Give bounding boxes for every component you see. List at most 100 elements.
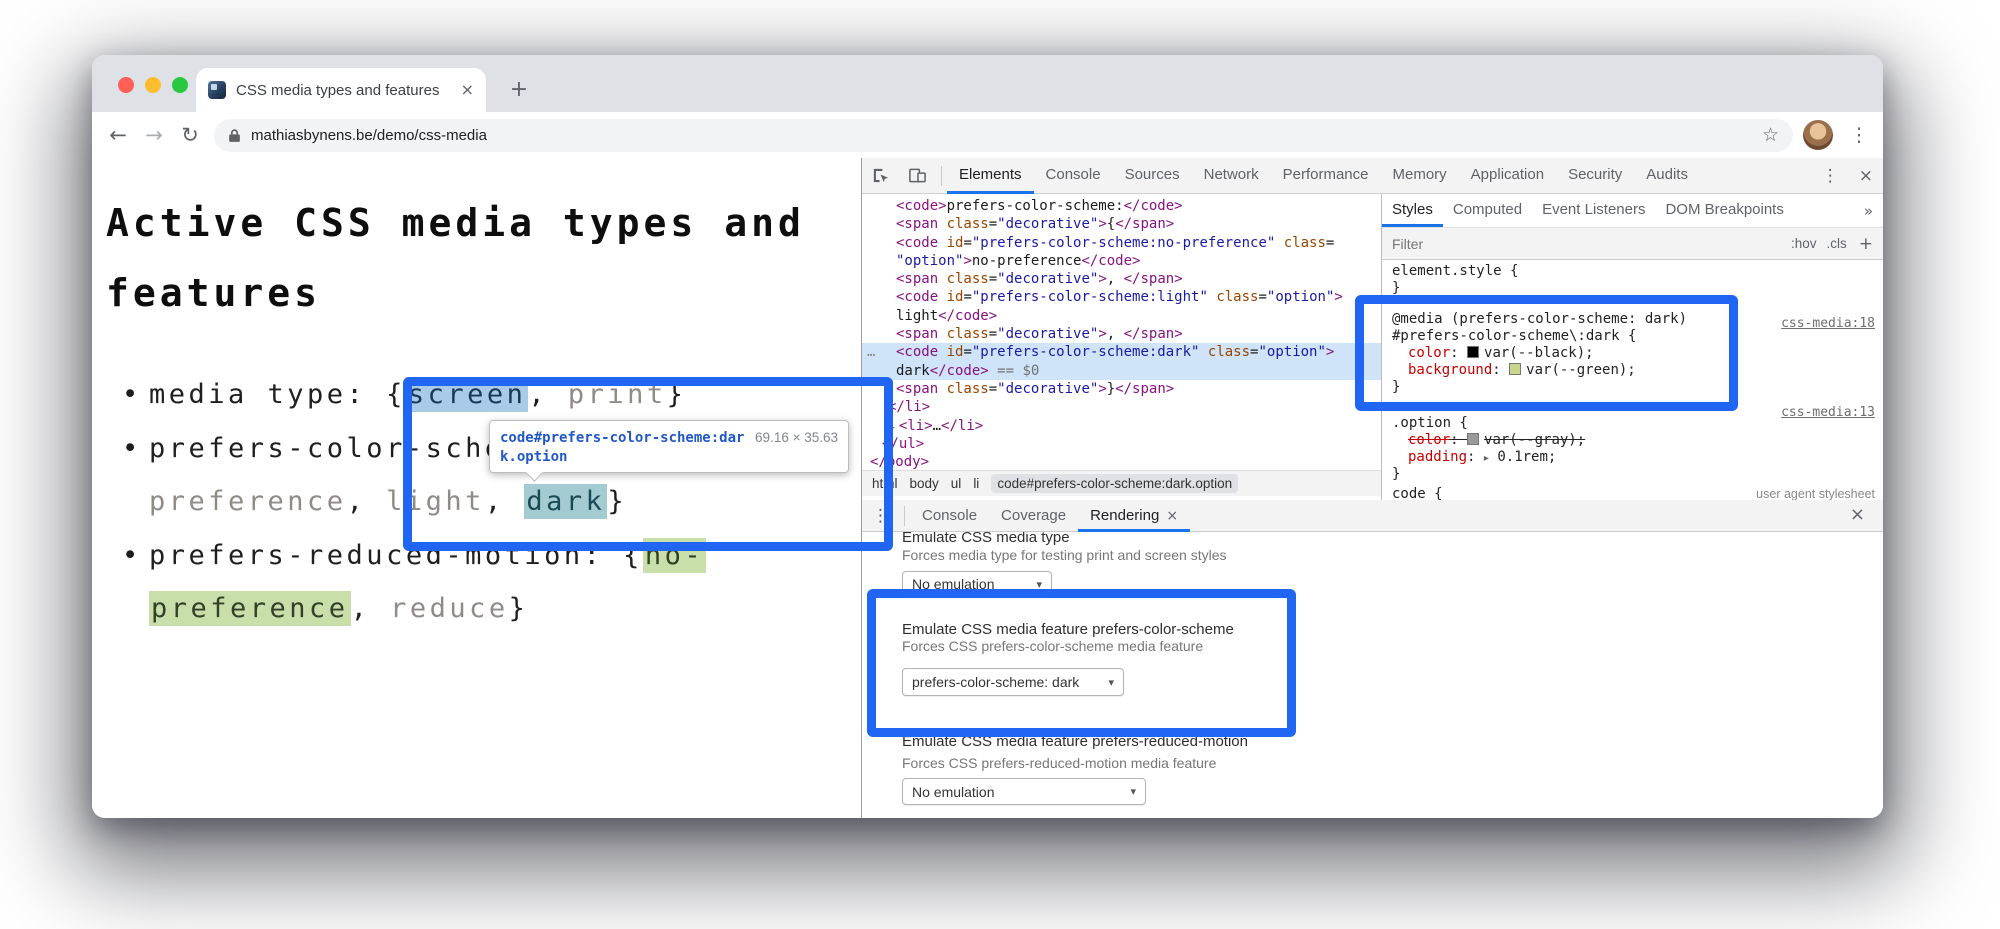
device-toolbar-icon[interactable] xyxy=(899,166,936,185)
stylesheet-link[interactable]: css-media:13 xyxy=(1781,404,1875,421)
bookmark-star-icon[interactable]: ☆ xyxy=(1762,124,1779,146)
list-bullet: • xyxy=(122,422,142,476)
tab-sources[interactable]: Sources xyxy=(1113,158,1192,194)
drawer-tab-console[interactable]: Console xyxy=(910,500,989,532)
tab-audits[interactable]: Audits xyxy=(1634,158,1700,194)
styles-filter-input[interactable] xyxy=(1390,235,1781,253)
emulate-reduced-motion-desc: Forces CSS prefers-reduced-motion media … xyxy=(902,755,1216,771)
list-bullet: • xyxy=(122,529,142,583)
rule-close-brace: } xyxy=(1392,466,1400,483)
minimize-window-button[interactable] xyxy=(145,77,161,93)
tab-computed[interactable]: Computed xyxy=(1443,194,1532,227)
dom-tree-node[interactable]: light</code> xyxy=(862,307,1381,325)
dom-tree-node[interactable]: </body> xyxy=(862,453,1381,470)
tab-performance[interactable]: Performance xyxy=(1271,158,1381,194)
crumb-body[interactable]: body xyxy=(910,476,939,491)
window-controls xyxy=(118,77,188,93)
user-agent-rule[interactable]: code {user agent stylesheet xyxy=(1392,486,1875,500)
tab-network[interactable]: Network xyxy=(1192,158,1271,194)
element-style-rule[interactable]: element.style { xyxy=(1392,263,1518,280)
css-property[interactable]: padding: ▸ 0.1rem; xyxy=(1392,449,1556,467)
dom-tree-node[interactable]: <span class="decorative">}</span> xyxy=(862,380,1381,398)
dom-tree-node[interactable]: </li> xyxy=(862,398,1381,416)
toggle-hover-state-button[interactable]: :hov xyxy=(1791,236,1817,251)
dom-tree-node[interactable]: <span class="decorative">{</span> xyxy=(862,215,1381,233)
browser-menu-icon[interactable]: ⋮ xyxy=(1845,124,1873,146)
desktop-background: CSS media types and features × + ← → ↻ m… xyxy=(0,0,2000,929)
devtools-menu-icon[interactable]: ⋮ xyxy=(1812,166,1849,186)
color-swatch[interactable] xyxy=(1467,433,1479,445)
dom-tree-node[interactable]: </ul> xyxy=(862,435,1381,453)
dom-tree-node[interactable]: <code>prefers-color-scheme:</code> xyxy=(862,197,1381,215)
page-heading-line: Active CSS media types and xyxy=(106,188,805,258)
dom-tree-node[interactable]: <span class="decorative">, </span> xyxy=(862,325,1381,343)
new-tab-button[interactable]: + xyxy=(504,74,534,104)
tab-application[interactable]: Application xyxy=(1459,158,1556,194)
url-text: mathiasbynens.be/demo/css-media xyxy=(251,127,1762,144)
tab-strip: CSS media types and features × + xyxy=(92,55,1883,112)
gutter-more-icon[interactable]: … xyxy=(867,343,875,361)
annotation-box-page-options xyxy=(403,377,893,551)
css-property-overridden[interactable]: color: var(--gray); xyxy=(1392,432,1585,449)
new-style-rule-icon[interactable]: + xyxy=(1859,234,1873,254)
forward-icon[interactable]: → xyxy=(136,123,172,147)
dom-tree-node[interactable]: dark</code> == $0 xyxy=(862,362,1381,380)
stylesheet-link[interactable]: css-media:18 xyxy=(1781,315,1875,332)
dom-tree-node[interactable]: …<code id="prefers-color-scheme:dark" cl… xyxy=(862,343,1381,361)
tab-styles[interactable]: Styles xyxy=(1382,194,1443,227)
crumb-li[interactable]: li xyxy=(973,476,979,491)
toolbar-divider xyxy=(904,506,905,526)
tab-console[interactable]: Console xyxy=(1034,158,1113,194)
tab-elements[interactable]: Elements xyxy=(947,158,1034,194)
drawer-tabbar: ⋮ Console Coverage Rendering × × xyxy=(862,500,1883,532)
dom-tree-node[interactable]: <span class="decorative">, </span> xyxy=(862,270,1381,288)
address-bar[interactable]: mathiasbynens.be/demo/css-media ☆ xyxy=(214,119,1793,152)
page-heading: Active CSS media types and features xyxy=(106,188,805,328)
annotation-box-emulation xyxy=(867,589,1296,737)
styles-filter-bar: :hov .cls + xyxy=(1382,228,1883,260)
crumb-selected-node[interactable]: code#prefers-color-scheme:dark.option xyxy=(991,474,1238,493)
drawer-close-icon[interactable]: × xyxy=(1842,500,1873,532)
tab-event-listeners[interactable]: Event Listeners xyxy=(1532,194,1655,227)
crumb-ul[interactable]: ul xyxy=(951,476,962,491)
dom-tree-node[interactable]: "option">no-preference</code> xyxy=(862,252,1381,270)
dom-tree-node[interactable]: ▶<li>…</li> xyxy=(862,417,1381,435)
dropdown-arrow-icon: ▾ xyxy=(1130,785,1136,798)
prefers-reduced-motion-select[interactable]: No emulation ▾ xyxy=(902,778,1146,805)
sidebar-overflow-icon[interactable]: » xyxy=(1854,202,1883,220)
emulate-media-type-desc: Forces media type for testing print and … xyxy=(902,547,1226,563)
rule-selector[interactable]: .option { xyxy=(1392,415,1468,432)
tab-favicon xyxy=(208,81,226,99)
browser-tab[interactable]: CSS media types and features × xyxy=(196,68,486,112)
toolbar-divider xyxy=(941,166,942,186)
tab-security[interactable]: Security xyxy=(1556,158,1634,194)
list-bullet: • xyxy=(122,368,142,422)
dom-tree: <code>prefers-color-scheme:</code><span … xyxy=(862,194,1381,470)
dom-tree-node[interactable]: <code id="prefers-color-scheme:no-prefer… xyxy=(862,234,1381,252)
drawer-tab-coverage[interactable]: Coverage xyxy=(989,500,1078,532)
tab-close-icon[interactable]: × xyxy=(461,82,474,98)
inspect-element-icon[interactable] xyxy=(862,166,899,185)
tab-memory[interactable]: Memory xyxy=(1381,158,1459,194)
emulate-media-type-title: Emulate CSS media type xyxy=(902,532,1070,546)
dom-tree-node[interactable]: <code id="prefers-color-scheme:light" cl… xyxy=(862,288,1381,306)
devtools-close-icon[interactable]: × xyxy=(1849,166,1883,186)
devtools-tabbar: Elements Console Sources Network Perform… xyxy=(862,158,1883,194)
toggle-classes-button[interactable]: .cls xyxy=(1827,236,1847,251)
close-window-button[interactable] xyxy=(118,77,134,93)
tab-title: CSS media types and features xyxy=(236,82,451,99)
reload-icon[interactable]: ↻ xyxy=(172,123,208,147)
profile-avatar[interactable] xyxy=(1803,120,1833,150)
zoom-window-button[interactable] xyxy=(172,77,188,93)
rendering-tab-close-icon[interactable]: × xyxy=(1166,501,1178,531)
page-list-line: preference, reduce} xyxy=(149,582,706,636)
back-icon[interactable]: ← xyxy=(100,123,136,147)
page-heading-line: features xyxy=(106,258,805,328)
stylesheet-origin: user agent stylesheet xyxy=(1756,486,1875,500)
drawer-tab-rendering[interactable]: Rendering × xyxy=(1078,500,1190,532)
annotation-box-style-rule xyxy=(1355,295,1738,411)
styles-tabbar: Styles Computed Event Listeners DOM Brea… xyxy=(1382,194,1883,228)
tab-dom-breakpoints[interactable]: DOM Breakpoints xyxy=(1655,194,1793,227)
browser-toolbar: ← → ↻ mathiasbynens.be/demo/css-media ☆ … xyxy=(92,112,1883,159)
secure-padlock-icon xyxy=(228,128,241,143)
